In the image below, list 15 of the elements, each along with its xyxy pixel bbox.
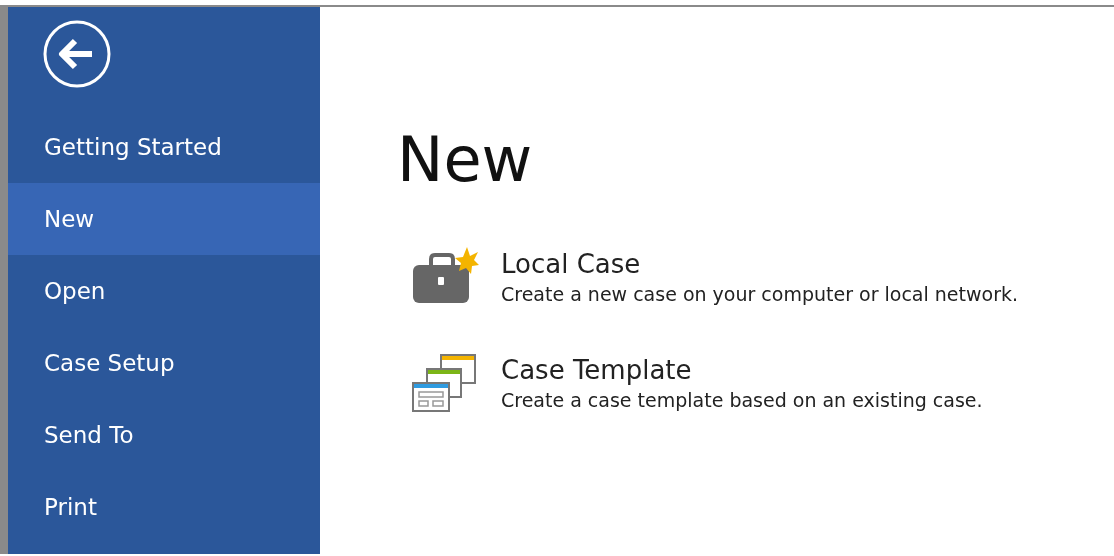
option-description: Create a new case on your computer or local network. [501,282,1018,308]
sidebar-item[interactable]: Open [8,255,320,327]
page-title: New [397,129,534,191]
option-description: Create a case template based on an existing case. [501,387,983,413]
sidebar-item[interactable]: Send To [8,399,320,471]
new-option[interactable]: Local Case Create a new case on your computer or local network. [411,249,1018,309]
sidebar-item[interactable]: New [8,183,320,255]
new-option[interactable]: Case Template Create a case template based on an existing case. [411,354,983,415]
sidebar-item[interactable]: Case Setup [8,327,320,399]
back-button[interactable] [42,19,112,89]
option-title: Local Case [501,249,642,281]
sidebar-item[interactable]: Getting Started [8,111,320,183]
sidebar-item[interactable]: Print [8,471,320,543]
templates-icon [411,352,479,413]
option-title: Case Template [501,354,693,386]
